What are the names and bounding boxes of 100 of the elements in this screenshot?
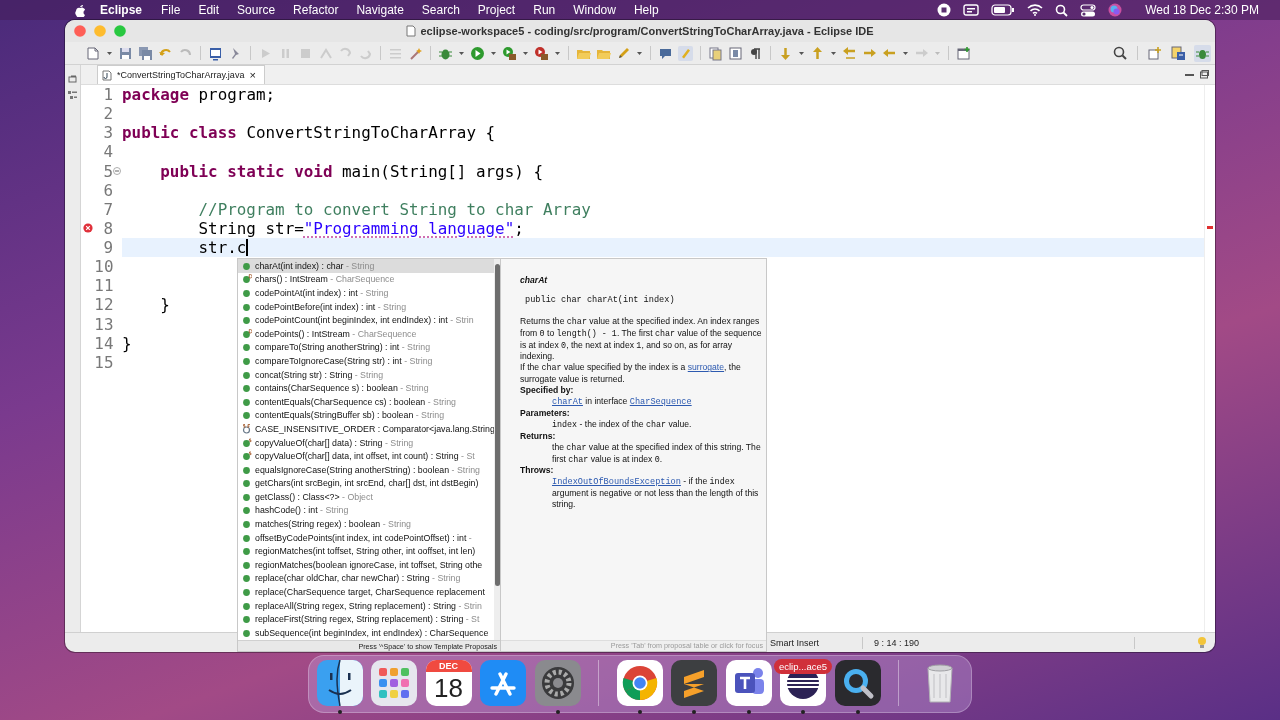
window-icon[interactable] (956, 45, 971, 61)
toggle-switches-icon[interactable] (1080, 3, 1097, 17)
line-number: 1 (102, 85, 113, 105)
menu-item[interactable]: Search (412, 3, 469, 17)
close-window-button[interactable] (74, 25, 86, 37)
maximize-icon[interactable] (1200, 70, 1209, 79)
proposal-item[interactable]: copyValueOf(char[] data) : String - String (238, 435, 494, 450)
play-with-case-icon[interactable] (534, 45, 549, 61)
proposal-item[interactable]: replace(CharSequence target, CharSequence replacement (238, 585, 494, 599)
ring-app-icon[interactable] (616, 660, 663, 706)
proposal-item[interactable]: replaceAll(String regex, String replacement) : String - Strin (238, 598, 494, 613)
error-marker[interactable] (1207, 225, 1213, 229)
close-tab-button[interactable]: × (249, 69, 256, 81)
search-icon[interactable] (1113, 46, 1127, 60)
battery-icon[interactable] (991, 4, 1016, 16)
dot-icon (242, 396, 252, 407)
calendar-app-icon[interactable]: DEC 18 (425, 660, 472, 706)
menu-item[interactable]: Project (468, 3, 525, 17)
proposal-item[interactable]: getClass() : Class<?> - Object (238, 490, 494, 504)
proposal-item[interactable]: hashCode() : int - String (238, 503, 494, 518)
app-menu[interactable]: Eclipse (86, 3, 153, 17)
dot-with-mark-icon (242, 328, 252, 339)
proposal-item[interactable]: equalsIgnoreCase(String anotherString) : boolean - String (238, 462, 494, 477)
display-icon[interactable] (963, 4, 980, 16)
scrollbar[interactable] (494, 259, 500, 640)
proposal-item[interactable]: codePointBefore(int index) : int - String (238, 299, 494, 314)
editor-tab[interactable]: *ConvertStringToCharArray.java × (97, 65, 265, 84)
outline-view-icon[interactable] (68, 90, 77, 101)
code-line: public class ConvertStringToCharArray { (122, 123, 496, 143)
documents-icon[interactable] (708, 45, 723, 61)
wifi-icon[interactable] (1027, 4, 1044, 16)
line-number: 15 (94, 352, 114, 372)
collapse-icon[interactable] (113, 167, 121, 176)
line-number: 14 (94, 333, 114, 353)
pencil-icon[interactable] (616, 45, 631, 61)
section-heading: Parameters: (520, 408, 570, 419)
menu-item[interactable]: Source (228, 3, 285, 17)
proposal-item[interactable]: getChars(int srcBegin, int srcEnd, char[] dst, int dstBegin) (238, 476, 494, 491)
proposal-item[interactable]: subSequence(int beginIndex, int endIndex) : CharSequence (238, 626, 494, 640)
proposal-item[interactable]: offsetByCodePoints(int index, int codePointOffset) : int - (238, 530, 494, 545)
doc-link[interactable]: charAt (552, 397, 583, 407)
down-arrow-icon[interactable] (778, 45, 793, 61)
proposal-item[interactable]: copyValueOf(char[] data, int offset, int count) : String - St (238, 449, 494, 463)
play-with-case-icon[interactable] (502, 45, 517, 61)
proposal-item[interactable]: codePointCount(int beginIndex, int endIndex) : int - Strin (238, 313, 494, 327)
pilcrow-icon[interactable] (748, 45, 763, 61)
window-plus-icon[interactable] (1148, 45, 1163, 61)
menu-item[interactable]: Navigate (347, 3, 413, 17)
proposal-item[interactable]: matches(String regex) : boolean - String (238, 517, 494, 531)
menu-item[interactable]: Window (564, 3, 625, 17)
proposal-item[interactable]: regionMatches(int toffset, String other, int ooffset, int len) (238, 544, 494, 559)
light-bulb-icon[interactable] (1197, 636, 1207, 649)
proposal-item[interactable]: replaceFirst(String regex, String replacement) : String - St (238, 612, 494, 627)
search-icon[interactable] (1055, 3, 1069, 17)
s-shape-app-icon[interactable] (671, 660, 717, 706)
letter-a-app-icon[interactable] (480, 660, 526, 706)
proposal-item[interactable]: regionMatches(boolean ignoreCase, int toffset, String othe (238, 558, 494, 572)
new-file-icon[interactable] (86, 45, 101, 61)
proposal-item[interactable]: contentEquals(StringBuffer sb) : boolean - String (238, 408, 494, 423)
dot-icon (242, 383, 252, 394)
menu-item[interactable]: Run (524, 3, 565, 17)
restore-icon[interactable] (68, 75, 77, 84)
proposal-item[interactable]: concat(String str) : String - String (238, 367, 494, 382)
bug-icon[interactable] (1194, 44, 1211, 62)
proposal-item[interactable]: CASE_INSENSITIVE_ORDER : Comparator<java.lang.String (238, 422, 494, 436)
proposal-item[interactable]: contentEquals(CharSequence cs) : boolean - String (238, 394, 494, 409)
menu-item[interactable]: Refactor (284, 3, 348, 17)
line-number: 13 (94, 314, 114, 334)
terminal-icon[interactable] (208, 45, 223, 61)
code-line: //Program to convert String to char Array (197, 199, 591, 219)
play-icon[interactable] (470, 45, 485, 61)
orb-icon[interactable] (1108, 3, 1123, 17)
menu-item[interactable]: Help (624, 3, 668, 17)
doc-link[interactable]: IndexOutOfBoundsException (552, 477, 681, 488)
proposal-item[interactable]: chars() : IntStream - CharSequence (238, 272, 494, 287)
proposal-item[interactable]: codePoints() : IntStream - CharSequence (238, 326, 494, 341)
doc-link[interactable]: CharSequence (629, 397, 692, 407)
left-arrow-icon[interactable] (842, 45, 857, 61)
proposal-item[interactable]: compareToIgnoreCase(String str) : int - String (238, 354, 494, 368)
columns-icon[interactable] (728, 45, 743, 61)
floppy-disks-icon[interactable] (138, 45, 153, 61)
people-app-icon[interactable] (725, 660, 772, 706)
insert-mode-text: Smart Insert (769, 637, 820, 648)
magnifier-app-icon[interactable] (834, 660, 881, 706)
proposal-item[interactable]: charAt(int index) : char - String (238, 259, 494, 273)
java-perspective-icon[interactable] (1171, 45, 1186, 61)
up-arrow-icon[interactable] (810, 45, 825, 61)
stop-recording-icon[interactable] (937, 3, 952, 17)
smiley-app-icon[interactable] (316, 660, 363, 706)
app-grid-icon[interactable] (371, 660, 417, 706)
proposal-item[interactable]: codePointAt(int index) : int - String (238, 286, 494, 300)
menu-item[interactable]: Edit (189, 3, 229, 17)
proposal-item[interactable]: contains(CharSequence s) : boolean - String (238, 381, 494, 395)
menu-item[interactable]: File (152, 3, 190, 17)
dot-icon (242, 600, 252, 611)
proposal-item[interactable]: compareTo(String anotherString) : int - String (238, 340, 494, 355)
proposal-item[interactable]: replace(char oldChar, char newChar) : String - String (238, 571, 494, 586)
apple-logo-icon[interactable] (74, 3, 86, 17)
dot-with-mark-icon (242, 437, 252, 448)
gear-app-icon[interactable] (534, 660, 581, 706)
